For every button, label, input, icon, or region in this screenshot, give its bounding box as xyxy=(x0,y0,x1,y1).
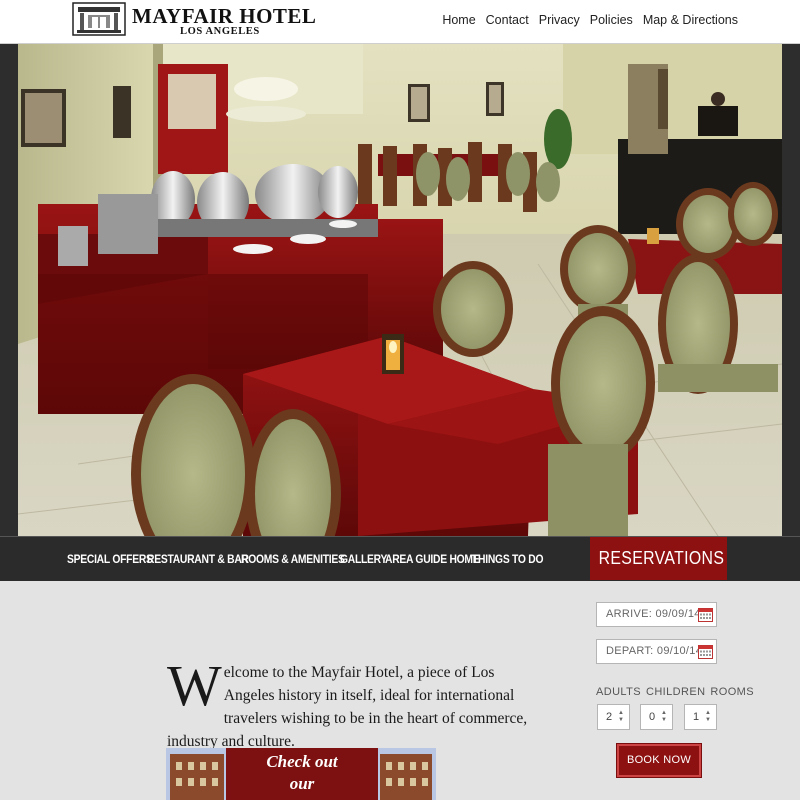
promo-banner[interactable]: Check out our xyxy=(166,748,436,800)
guest-labels: ADULTS CHILDREN ROOMS xyxy=(596,686,754,698)
top-nav: Home Contact Privacy Policies Map & Dire… xyxy=(442,13,738,27)
top-nav-home[interactable]: Home xyxy=(442,13,475,27)
promo-line1: Check out xyxy=(266,752,339,771)
book-now-button[interactable]: BOOK NOW xyxy=(617,744,701,777)
logo-subtitle: LOS ANGELES xyxy=(180,26,260,37)
select-arrows-icon: ▲ ▼ xyxy=(705,710,711,723)
top-nav-contact[interactable]: Contact xyxy=(486,13,529,27)
nav-special-offers[interactable]: SPECIAL OFFERS xyxy=(67,552,153,566)
select-arrows-icon: ▲ ▼ xyxy=(661,710,667,723)
promo-line2: our xyxy=(290,774,315,793)
welcome-text: Welcome to the Mayfair Hotel, a piece of… xyxy=(167,653,537,753)
calendar-icon[interactable] xyxy=(698,644,713,659)
reservations-title: RESERVATIONS xyxy=(598,548,725,568)
welcome-dropcap: W xyxy=(167,653,222,718)
adults-value: 2 xyxy=(606,711,613,723)
restaurant-photo xyxy=(18,44,782,536)
hero-section xyxy=(0,44,800,536)
children-value: 0 xyxy=(649,711,656,723)
promo-building-image: Check out our xyxy=(166,748,436,800)
top-nav-privacy[interactable]: Privacy xyxy=(539,13,580,27)
hotel-crest-icon xyxy=(72,2,126,36)
hero-image xyxy=(18,44,782,536)
depart-date-value: DEPART: 09/10/14 xyxy=(606,645,703,657)
rooms-value: 1 xyxy=(693,711,700,723)
nav-area-guide-home[interactable]: AREA GUIDE HOME xyxy=(385,552,480,566)
calendar-icon[interactable] xyxy=(698,607,713,622)
adults-select[interactable]: 2 ▲ ▼ xyxy=(597,704,630,730)
nav-rooms-amenities[interactable]: ROOMS & AMENITIES xyxy=(241,552,345,566)
reservations-header: RESERVATIONS xyxy=(590,537,727,580)
adults-label: ADULTS xyxy=(596,686,641,698)
book-now-label: BOOK NOW xyxy=(626,754,692,766)
arrive-date-value: ARRIVE: 09/09/14 xyxy=(606,608,701,620)
top-nav-map-directions[interactable]: Map & Directions xyxy=(643,13,738,27)
depart-date-field[interactable]: DEPART: 09/10/14 xyxy=(596,639,717,664)
arrive-date-field[interactable]: ARRIVE: 09/09/14 xyxy=(596,602,717,627)
main-nav: SPECIAL OFFERS RESTAURANT & BAR ROOMS & … xyxy=(67,552,544,566)
nav-gallery[interactable]: GALLERY xyxy=(340,552,387,566)
select-arrows-icon: ▲ ▼ xyxy=(618,710,624,723)
nav-restaurant-bar[interactable]: RESTAURANT & BAR xyxy=(147,552,249,566)
nav-things-to-do[interactable]: THINGS TO DO xyxy=(472,552,544,566)
top-nav-policies[interactable]: Policies xyxy=(590,13,633,27)
children-label: CHILDREN xyxy=(645,686,706,698)
children-select[interactable]: 0 ▲ ▼ xyxy=(640,704,673,730)
site-header: MAYFAIR HOTEL LOS ANGELES Home Contact P… xyxy=(0,0,800,44)
hotel-logo[interactable]: MAYFAIR HOTEL LOS ANGELES xyxy=(72,2,316,40)
rooms-select[interactable]: 1 ▲ ▼ xyxy=(684,704,717,730)
rooms-label: ROOMS xyxy=(710,686,754,698)
